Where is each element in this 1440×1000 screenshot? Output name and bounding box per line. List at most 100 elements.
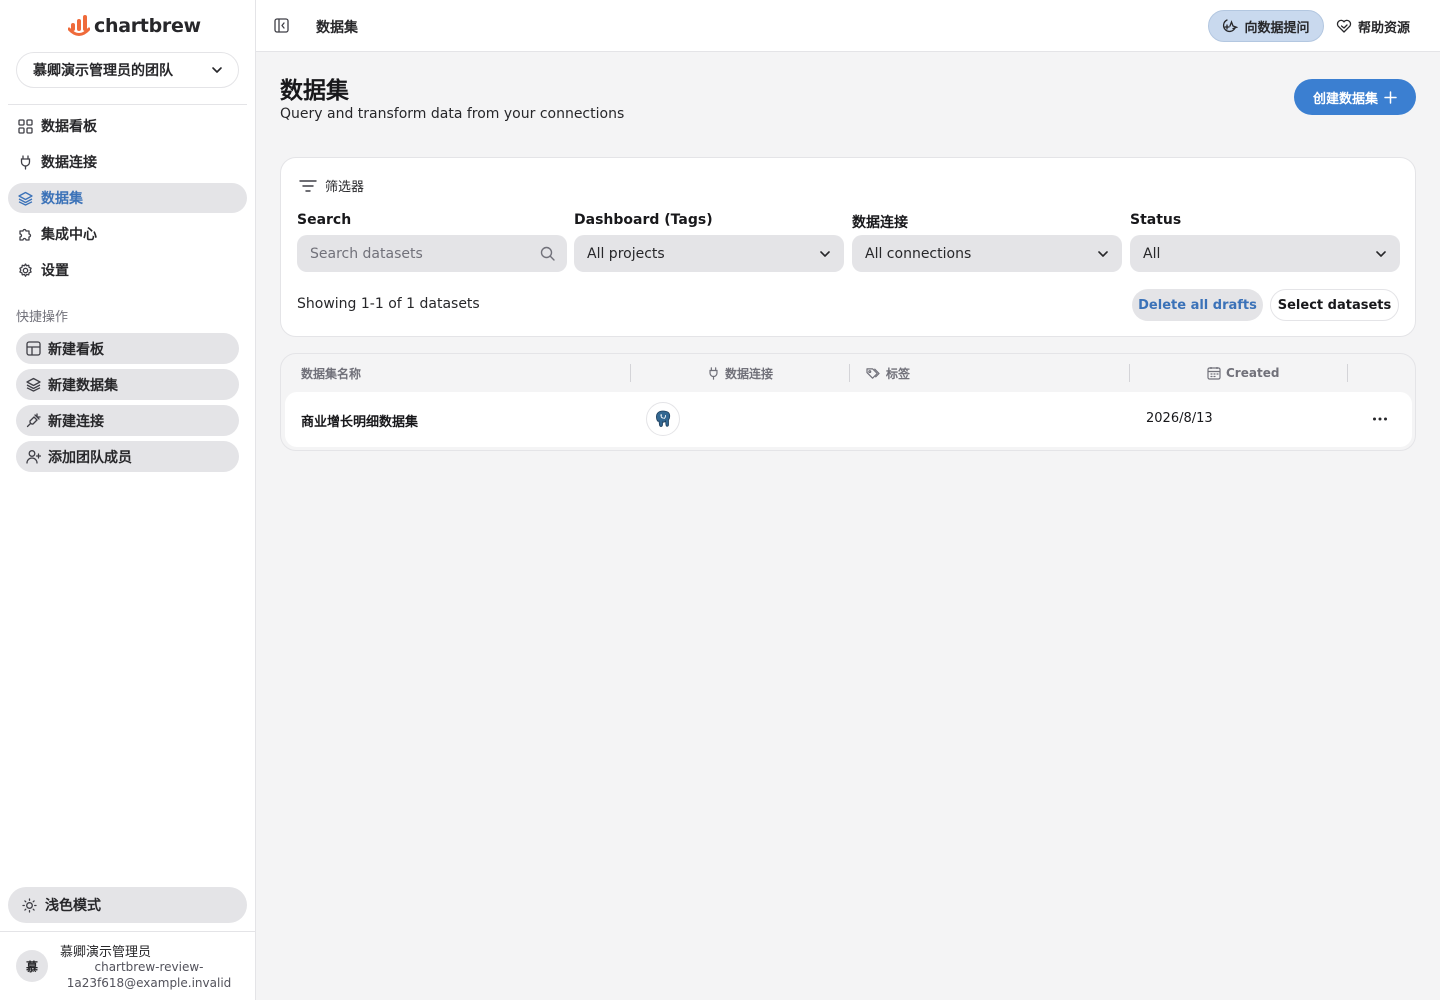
status-filter-select[interactable]: All — [1130, 235, 1400, 272]
search-icon — [540, 246, 555, 261]
search-input[interactable]: Search datasets — [297, 235, 567, 272]
quick-new-connection-button[interactable]: 新建连接 — [16, 405, 239, 436]
avatar[interactable]: 慕 — [16, 950, 48, 982]
column-header-created[interactable]: Created — [1207, 364, 1279, 382]
sidebar-item-datasets[interactable]: 数据集 — [8, 183, 247, 213]
sidebar-divider — [8, 104, 247, 105]
layers-icon — [18, 191, 33, 206]
logo-text-chart: chart — [94, 15, 149, 37]
datasets-table: 数据集名称 数据连接 标签 Created 商业增长明细数据集 2026/8/1… — [280, 353, 1416, 451]
status-filter-label: Status — [1130, 212, 1182, 228]
select-datasets-button[interactable]: Select datasets — [1270, 289, 1399, 321]
puzzle-icon — [19, 228, 32, 241]
theme-toggle-button[interactable]: 浅色模式 — [8, 887, 247, 923]
quick-new-dataset-button[interactable]: 新建数据集 — [16, 369, 239, 400]
team-name: 慕卿演示管理员的团队 — [33, 63, 173, 79]
connection-filter-value: All connections — [865, 245, 972, 262]
quick-item-label: 新建连接 — [48, 413, 104, 430]
grid-plus-icon — [26, 341, 41, 356]
help-resources-button[interactable]: 帮助资源 — [1336, 10, 1410, 42]
search-label: Search — [297, 212, 352, 228]
row-more-button[interactable] — [1365, 410, 1395, 428]
sidebar-item-label: 数据连接 — [41, 155, 97, 171]
table-row[interactable]: 商业增长明细数据集 2026/8/13 — [285, 392, 1412, 447]
filter-heading: 筛选器 — [325, 180, 365, 195]
user-name: 慕卿演示管理员 — [60, 945, 152, 960]
sidebar-item-integrations[interactable]: 集成中心 — [8, 219, 247, 249]
filter-header: 筛选器 — [299, 176, 364, 195]
quick-actions-label: 快捷操作 — [16, 310, 69, 325]
layers-icon — [26, 377, 41, 392]
breadcrumb: 数据集 — [316, 20, 358, 36]
plug-icon — [709, 366, 718, 380]
chartbrew-logo-icon — [68, 15, 90, 36]
column-header-label: 数据连接 — [725, 366, 774, 381]
dataset-created-date: 2026/8/13 — [1146, 411, 1213, 426]
more-horizontal-icon — [1373, 417, 1387, 421]
column-separator — [1129, 364, 1130, 382]
gear-icon — [19, 262, 32, 277]
sidebar-nav: 数据看板 数据连接 数据集 集成中心 设置 — [8, 111, 247, 291]
column-header-label: Created — [1226, 366, 1280, 380]
search-placeholder: Search datasets — [310, 245, 423, 262]
sparkle-chat-icon — [1223, 19, 1239, 32]
ask-data-label: 向数据提问 — [1244, 20, 1310, 36]
tags-filter-label: Dashboard (Tags) — [574, 212, 713, 228]
chevron-down-icon — [212, 67, 222, 73]
user-divider — [0, 931, 255, 932]
sidebar-item-label: 设置 — [41, 263, 69, 279]
column-header-name[interactable]: 数据集名称 — [301, 364, 361, 382]
chevron-down-icon — [1098, 250, 1108, 257]
ask-data-button[interactable]: 向数据提问 — [1208, 10, 1324, 42]
delete-drafts-button[interactable]: Delete all drafts — [1132, 289, 1263, 321]
theme-label: 浅色模式 — [45, 898, 101, 914]
connection-filter-select[interactable]: All connections — [852, 235, 1122, 272]
create-dataset-label: 创建数据集 — [1312, 91, 1378, 107]
filter-icon — [299, 179, 317, 192]
quick-add-member-button[interactable]: 添加团队成员 — [16, 441, 239, 472]
column-separator — [630, 364, 631, 382]
sidebar-item-label: 数据集 — [41, 191, 83, 207]
filter-panel: 筛选器 Search Search datasets Dashboard (Ta… — [280, 157, 1416, 337]
chevron-down-icon — [1376, 250, 1386, 257]
logo-text-brew: brew — [148, 15, 202, 37]
sidebar-item-label: 集成中心 — [41, 227, 97, 243]
page-subtitle: Query and transform data from your conne… — [280, 106, 625, 122]
plug-plus-icon — [26, 413, 41, 428]
dataset-name[interactable]: 商业增长明细数据集 — [301, 411, 418, 430]
column-header-label: 数据集名称 — [301, 366, 362, 381]
sidebar-item-dashboards[interactable]: 数据看板 — [8, 111, 247, 141]
tags-icon — [866, 367, 880, 379]
connection-filter-label: 数据连接 — [852, 215, 908, 231]
plug-icon — [20, 154, 31, 170]
plus-icon — [1384, 90, 1397, 104]
connection-badge[interactable] — [646, 402, 680, 436]
column-header-label: 标签 — [886, 366, 911, 381]
quick-actions: 新建看板 新建数据集 新建连接 添加团队成员 — [16, 333, 239, 477]
tags-filter-select[interactable]: All projects — [574, 235, 844, 272]
create-dataset-button[interactable]: 创建数据集 — [1294, 79, 1416, 115]
status-filter-value: All — [1143, 245, 1161, 262]
quick-new-dashboard-button[interactable]: 新建看板 — [16, 333, 239, 364]
sidebar-item-label: 数据看板 — [41, 119, 97, 135]
quick-item-label: 新建数据集 — [48, 377, 118, 394]
column-header-connection[interactable]: 数据连接 — [707, 364, 773, 382]
column-header-tags[interactable]: 标签 — [866, 364, 910, 382]
postgres-icon — [656, 410, 671, 427]
sidebar-toggle-icon[interactable] — [274, 18, 289, 33]
column-separator — [849, 364, 850, 382]
calendar-icon — [1207, 367, 1221, 380]
app-logo[interactable]: chartbrew — [68, 13, 201, 39]
sidebar-item-connections[interactable]: 数据连接 — [8, 147, 247, 177]
page-title: 数据集 — [280, 78, 349, 104]
team-selector[interactable]: 慕卿演示管理员的团队 — [16, 52, 239, 88]
quick-item-label: 添加团队成员 — [48, 449, 132, 466]
grid-icon — [18, 118, 33, 134]
help-resources-label: 帮助资源 — [1358, 20, 1411, 36]
heart-hand-icon — [1336, 19, 1352, 33]
user-email: chartbrew-review-1a23f618@example.invali… — [66, 960, 232, 990]
user-plus-icon — [26, 450, 41, 464]
quick-item-label: 新建看板 — [48, 341, 104, 358]
sidebar-item-settings[interactable]: 设置 — [8, 255, 247, 285]
results-count: Showing 1-1 of 1 datasets — [297, 296, 480, 312]
